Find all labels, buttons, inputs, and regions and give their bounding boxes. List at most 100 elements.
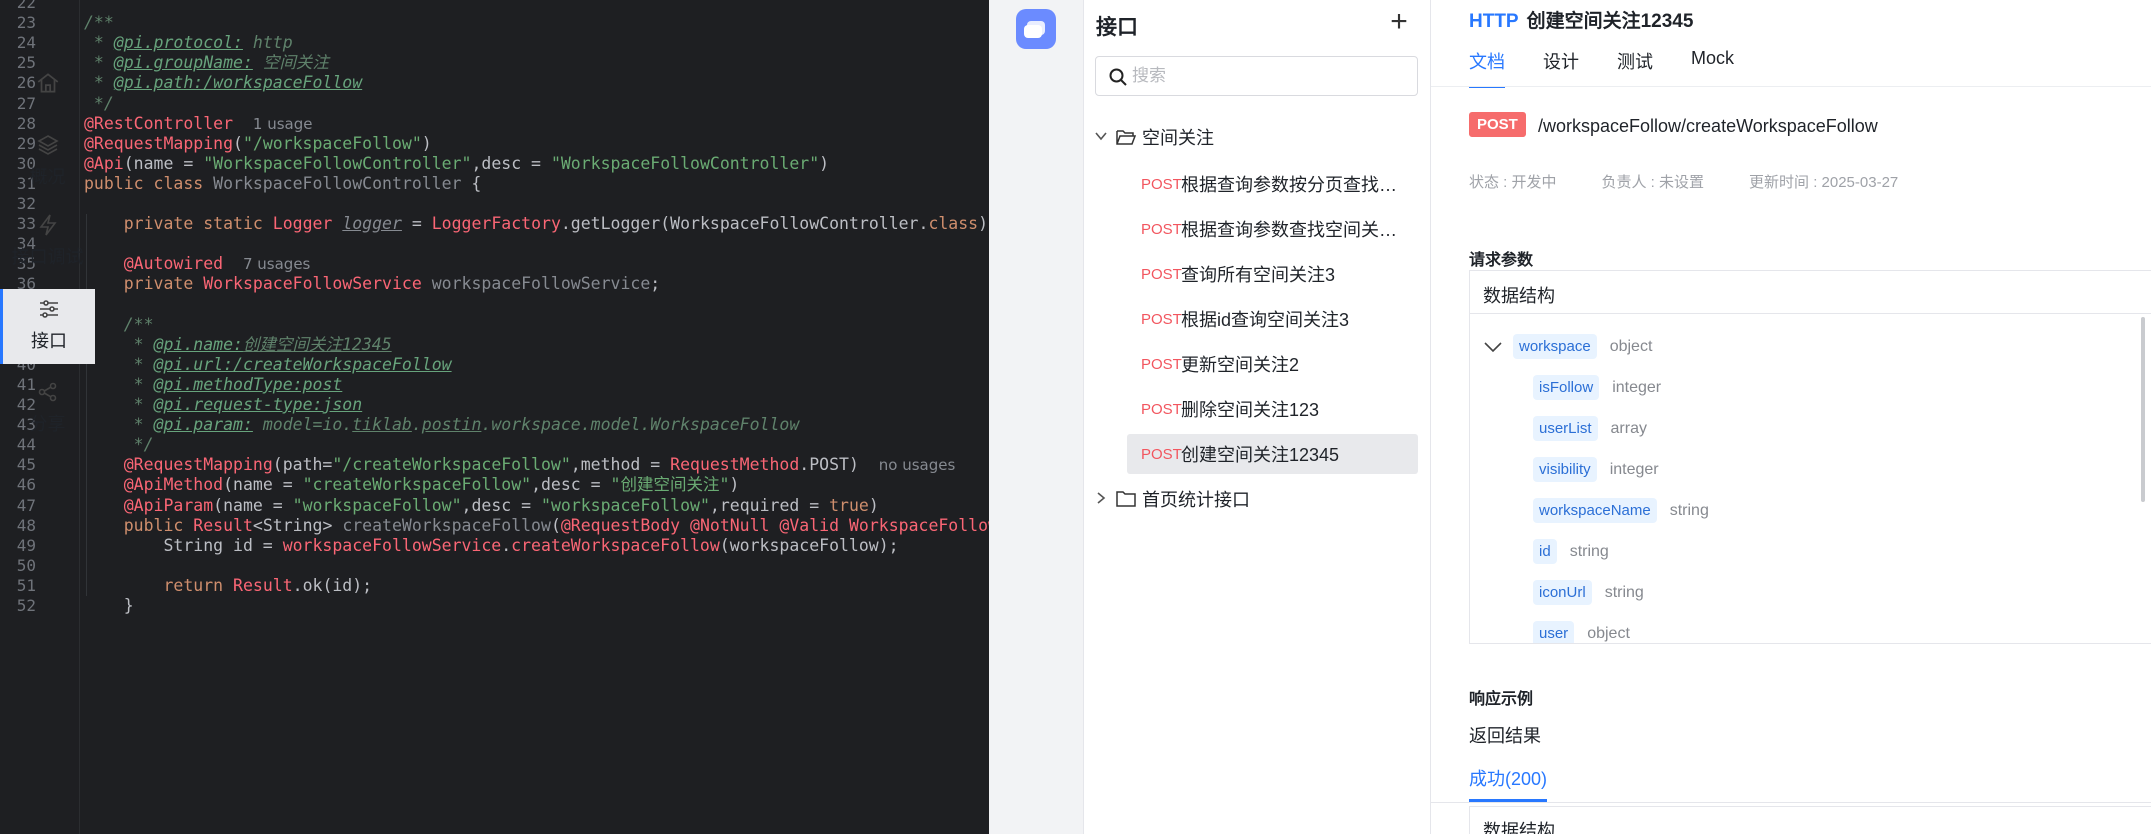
code-line[interactable]: * @pi.param: model=io.tiklab.postin.work… xyxy=(84,415,800,435)
share-icon xyxy=(38,382,56,402)
code-line[interactable]: } xyxy=(84,596,134,616)
rail-item-overview[interactable]: 概况 xyxy=(0,133,95,193)
field-name: iconUrl xyxy=(1533,580,1592,605)
rail-item-share[interactable]: 分享 xyxy=(0,380,95,442)
search-icon xyxy=(1109,68,1127,86)
request-box-bottom-border xyxy=(1470,643,2151,644)
scrollbar[interactable] xyxy=(2141,317,2145,502)
api-detail-panel: HTTP 创建空间关注12345 文档 设计 测试 Mock POST /work… xyxy=(1431,0,2151,834)
field-name: visibility xyxy=(1533,457,1597,482)
code-line[interactable]: * @pi.request-type:json xyxy=(84,395,363,415)
schema-field-row: visibility integer xyxy=(1533,457,1659,482)
line-number: 47 xyxy=(16,495,36,515)
app-logo[interactable] xyxy=(1016,9,1056,49)
protocol-label: HTTP xyxy=(1469,11,1519,32)
folder-open-icon xyxy=(1116,130,1136,145)
api-item[interactable]: POST 根据查询参数查找空间关注2 xyxy=(1127,209,1418,249)
add-api-button[interactable]: + xyxy=(1384,7,1414,38)
api-name: 根据查询参数查找空间关注2 xyxy=(1181,220,1405,240)
field-type: object xyxy=(1609,337,1653,355)
code-line[interactable]: public Result<String> createWorkspaceFol… xyxy=(84,516,989,536)
code-line[interactable]: private WorkspaceFollowService workspace… xyxy=(84,274,660,294)
schema-root-row[interactable]: workspace object xyxy=(1483,334,1652,359)
line-number: 32 xyxy=(16,194,36,213)
search-box[interactable] xyxy=(1095,56,1418,96)
code-line[interactable]: @ApiParam(name = "workspaceFollow",desc … xyxy=(84,496,879,516)
response-result-label: 返回结果 xyxy=(1469,726,1541,746)
folder-label: 首页统计接口 xyxy=(1142,490,1250,510)
api-name: 删除空间关注123 xyxy=(1181,400,1320,420)
tab-design[interactable]: 设计 xyxy=(1543,48,1579,88)
code-line[interactable]: @RestController 1 usage xyxy=(84,114,312,134)
code-line[interactable]: * @pi.methodType:post xyxy=(84,375,343,395)
layers-icon xyxy=(36,135,59,155)
api-item[interactable]: POST 删除空间关注123 xyxy=(1127,389,1418,429)
response-example-title: 响应示例 xyxy=(1469,691,1534,708)
line-number: 48 xyxy=(16,515,36,535)
method-badge: POST xyxy=(1469,112,1526,137)
api-method-badge: POST xyxy=(1141,445,1182,463)
code-line[interactable]: * @pi.protocol: http xyxy=(84,33,293,53)
api-item[interactable]: POST 根据查询参数按分页查找空间关注 xyxy=(1127,164,1418,204)
api-detail-header: HTTP 创建空间关注12345 xyxy=(1469,6,1693,33)
code-line[interactable]: * @pi.name:创建空间关注12345 xyxy=(84,335,392,355)
code-editor[interactable]: 2223242526272829303132333435363738394041… xyxy=(0,0,989,834)
api-method-badge: POST xyxy=(1141,310,1182,328)
api-name: 更新空间关注2 xyxy=(1181,355,1300,375)
api-item[interactable]: POST 根据id查询空间关注3 xyxy=(1127,299,1418,339)
line-number: 23 xyxy=(16,13,36,33)
code-line[interactable]: /** xyxy=(84,13,114,33)
tab-mock[interactable]: Mock xyxy=(1691,48,1734,88)
field-name: workspace xyxy=(1513,334,1597,359)
code-line[interactable]: * @pi.groupName: 空间关注 xyxy=(84,53,329,73)
sliders-icon xyxy=(40,300,58,318)
code-line[interactable]: @ApiMethod(name = "createWorkspaceFollow… xyxy=(84,475,740,495)
folder-workspace-follow[interactable]: 空间关注 xyxy=(1094,120,1214,154)
rail-item-api[interactable]: 接口 xyxy=(0,289,95,364)
line-number: 28 xyxy=(16,113,36,133)
code-area[interactable]: /** * @pi.protocol: http * @pi.groupName… xyxy=(84,0,989,834)
rail-item-debug[interactable]: 接口调试 xyxy=(0,213,95,275)
schema-field-row: userList array xyxy=(1533,416,1647,441)
code-line[interactable]: @RequestMapping("/workspaceFollow") xyxy=(84,134,432,154)
api-item[interactable]: POST 更新空间关注2 xyxy=(1127,344,1418,384)
code-line[interactable]: @Autowired 7 usages xyxy=(84,254,311,274)
schema-field-row: id string xyxy=(1533,539,1609,564)
code-line[interactable]: private static Logger logger = LoggerFac… xyxy=(84,214,989,234)
api-name: 创建空间关注12345 xyxy=(1181,445,1340,465)
api-detail-title: 创建空间关注12345 xyxy=(1526,11,1694,32)
code-line[interactable]: public class WorkspaceFollowController { xyxy=(84,174,481,194)
code-line[interactable]: * @pi.url:/createWorkspaceFollow xyxy=(84,355,452,375)
api-list-panel: 接口 + 空间关注 POST 根据查询参数按分页查找空间关注 POST 根据查询… xyxy=(1084,0,1431,834)
field-type: integer xyxy=(1612,378,1662,396)
schema-field-row: user object xyxy=(1533,621,1630,643)
detail-tabs: 文档 设计 测试 Mock xyxy=(1469,48,1772,88)
code-line[interactable]: String id = workspaceFollowService.creat… xyxy=(84,536,898,556)
chevron-right-icon xyxy=(1094,489,1110,510)
schema-field-row: iconUrl string xyxy=(1533,580,1644,605)
response-tabs-divider xyxy=(1431,802,2151,803)
code-line[interactable]: @RequestMapping(path="/createWorkspaceFo… xyxy=(84,455,956,475)
api-method-badge: POST xyxy=(1141,400,1182,418)
field-type: string xyxy=(1569,542,1609,560)
api-method-badge: POST xyxy=(1141,175,1182,193)
tab-response-200[interactable]: 成功(200) xyxy=(1469,765,1548,802)
code-line[interactable]: @Api(name = "WorkspaceFollowController",… xyxy=(84,154,829,174)
tab-test[interactable]: 测试 xyxy=(1617,48,1653,88)
code-line[interactable]: * @pi.path:/workspaceFollow xyxy=(84,73,362,93)
field-name: isFollow xyxy=(1533,375,1600,400)
tab-doc[interactable]: 文档 xyxy=(1469,48,1505,88)
chevron-down-icon[interactable] xyxy=(1483,340,1503,354)
line-number: 22 xyxy=(16,0,36,12)
api-method-badge: POST xyxy=(1141,265,1182,283)
field-name: userList xyxy=(1533,416,1598,441)
folder-home-stats[interactable]: 首页统计接口 xyxy=(1094,482,1250,516)
rail-item-home[interactable] xyxy=(0,70,95,116)
search-input[interactable] xyxy=(1132,65,1402,87)
status-text: 状态 : 开发中 xyxy=(1469,174,1557,191)
api-item[interactable]: POST 查询所有空间关注3 xyxy=(1127,254,1418,294)
api-method-badge: POST xyxy=(1141,220,1182,238)
code-line[interactable]: return Result.ok(id); xyxy=(84,576,372,596)
api-item-selected[interactable]: POST 创建空间关注12345 xyxy=(1127,434,1418,474)
rail-label-debug: 接口调试 xyxy=(11,247,84,267)
